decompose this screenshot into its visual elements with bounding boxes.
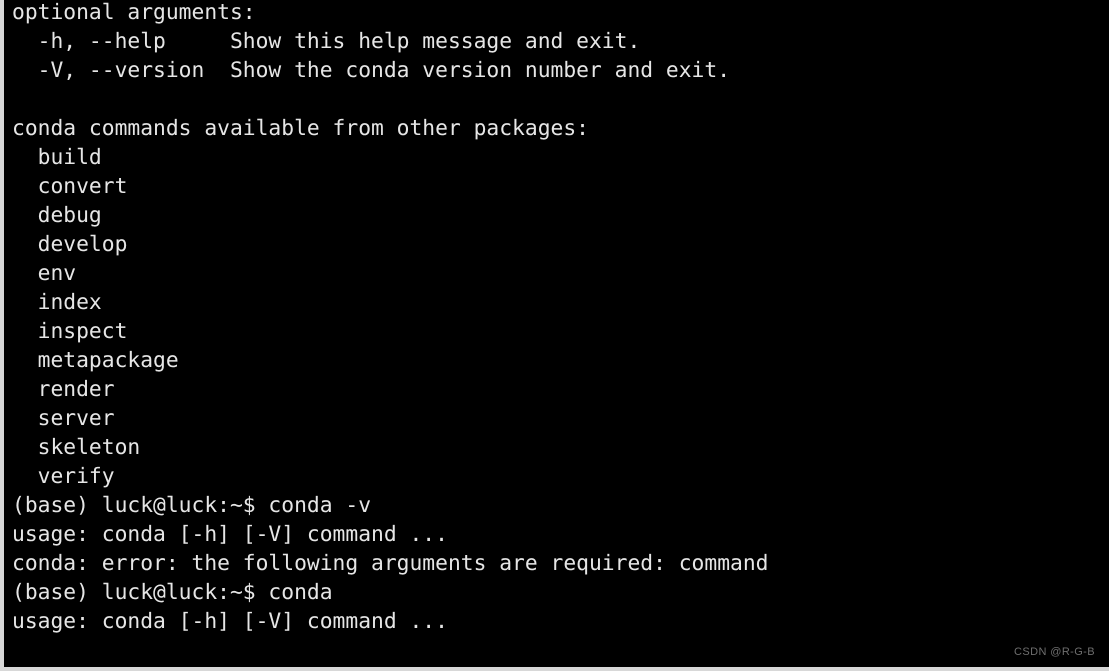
terminal-line-command-server: server: [12, 406, 115, 431]
terminal-window[interactable]: optional arguments: -h, --help Show this…: [0, 0, 1109, 671]
terminal-prompt-line-conda[interactable]: (base) luck@luck:~$ conda: [12, 578, 1102, 607]
terminal-line-optional-arguments-header: optional arguments:: [12, 0, 256, 25]
terminal-prompt-line-conda-v[interactable]: (base) luck@luck:~$ conda -v: [12, 491, 1102, 520]
terminal-line-command-skeleton: skeleton: [12, 435, 141, 460]
terminal-line-version-flag: -V, --version Show the conda version num…: [12, 58, 731, 83]
csdn-watermark: CSDN @R-G-B: [1014, 646, 1095, 658]
terminal-line-other-packages-header: conda commands available from other pack…: [12, 116, 589, 141]
terminal-line-command-env: env: [12, 261, 77, 286]
terminal-line-command-render: render: [12, 377, 115, 402]
terminal-line-command-build: build: [12, 145, 102, 170]
terminal-line-command-verify: verify: [12, 464, 115, 489]
terminal-line-command-debug: debug: [12, 203, 102, 228]
terminal-line-error: conda: error: the following arguments ar…: [12, 551, 769, 576]
terminal-line-command-metapackage: metapackage: [12, 348, 179, 373]
terminal-line-usage-1: usage: conda [-h] [-V] command ...: [12, 522, 448, 547]
terminal-line-help-flag: -h, --help Show this help message and ex…: [12, 29, 641, 54]
terminal-line-command-develop: develop: [12, 232, 128, 257]
terminal-line-command-index: index: [12, 290, 102, 315]
terminal-line-command-inspect: inspect: [12, 319, 128, 344]
terminal-line-command-convert: convert: [12, 174, 128, 199]
terminal-screen[interactable]: optional arguments: -h, --help Show this…: [12, 0, 1102, 636]
terminal-line-usage-2: usage: conda [-h] [-V] command ...: [12, 609, 448, 634]
